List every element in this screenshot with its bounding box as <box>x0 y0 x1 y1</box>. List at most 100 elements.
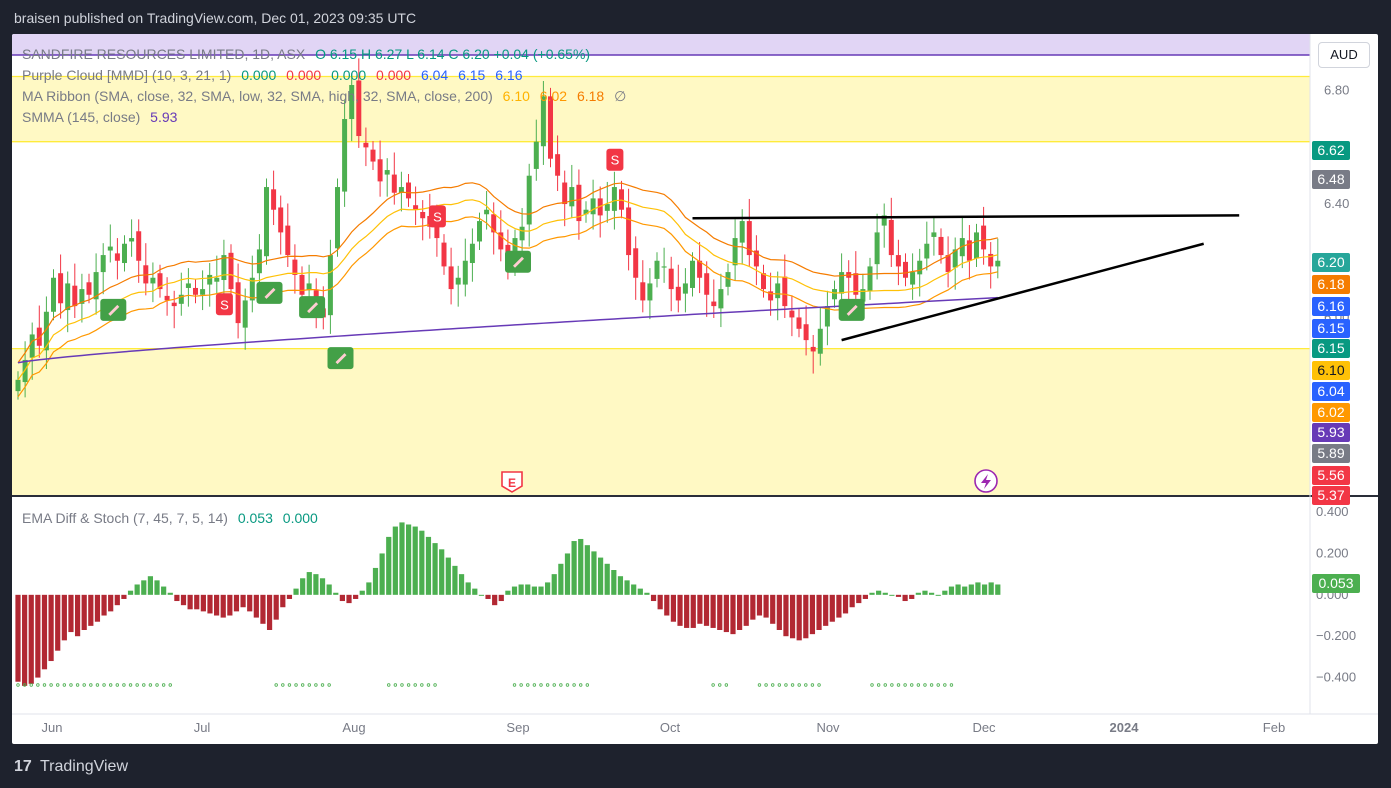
candle-body <box>285 225 291 256</box>
chart-legend: SANDFIRE RESOURCES LIMITED, 1D, ASX O 6.… <box>22 44 626 128</box>
stoch-dot <box>923 683 927 687</box>
candle-body <box>924 243 930 259</box>
stoch-dot <box>128 683 133 687</box>
stoch-dot <box>42 683 47 687</box>
candle-body <box>22 359 28 383</box>
histogram-bar <box>379 553 385 595</box>
stoch-dot <box>387 683 391 687</box>
histogram-bar <box>114 594 120 606</box>
stoch-value: 0.000 <box>282 510 318 526</box>
stoch-dot <box>274 683 278 687</box>
histogram-bar <box>882 592 888 595</box>
stoch-dot <box>943 683 947 687</box>
symbol-title[interactable]: SANDFIRE RESOURCES LIMITED, 1D, ASX <box>22 46 305 62</box>
histogram-bar <box>492 594 498 606</box>
purple-cloud-value-7: 6.16 <box>495 67 523 83</box>
histogram-bar <box>353 594 359 599</box>
histogram-bar <box>631 584 637 595</box>
stoch-dot <box>552 683 556 687</box>
stoch-dot <box>148 683 153 687</box>
stoch-dot <box>896 683 901 687</box>
histogram-bar <box>842 594 849 614</box>
histogram-bar <box>207 594 213 614</box>
histogram-bar <box>637 588 643 595</box>
stoch-dot <box>287 683 292 687</box>
histogram-bar <box>624 580 630 595</box>
candle-body <box>335 187 340 249</box>
ema-diff-label[interactable]: EMA Diff & Stoch (7, 45, 7, 5, 14) <box>22 510 228 526</box>
ma-ribbon-label[interactable]: MA Ribbon (SMA, close, 32, SMA, low, 32,… <box>22 88 493 104</box>
histogram-bar <box>796 594 802 641</box>
candle-body <box>256 249 262 274</box>
stoch-dot <box>62 683 67 687</box>
histogram-bar <box>571 541 577 595</box>
histogram-bar <box>141 580 147 595</box>
histogram-bar <box>161 586 167 595</box>
candle-body <box>65 283 71 311</box>
stoch-dot <box>400 683 404 687</box>
histogram-bar <box>472 588 478 595</box>
candle-body <box>903 261 908 278</box>
footer-brand[interactable]: 17 TradingView <box>14 758 128 776</box>
smma-label[interactable]: SMMA (145, close) <box>22 109 140 125</box>
stoch-dot <box>532 683 537 687</box>
stoch-dot <box>49 683 53 687</box>
purple-cloud-value-5: 6.04 <box>420 67 449 83</box>
histogram-bar <box>505 590 511 595</box>
candle-body <box>526 175 532 225</box>
currency-button[interactable]: AUD <box>1318 42 1370 68</box>
price-tick: 6.80 <box>1324 83 1349 98</box>
price-tag: 6.62 <box>1312 141 1350 160</box>
stoch-dot <box>910 683 914 687</box>
candle-body <box>484 209 490 215</box>
ma-ribbon-value-2: 6.02 <box>539 88 568 104</box>
histogram-bar <box>452 565 458 595</box>
histogram-bar <box>306 572 312 595</box>
time-tick: 2024 <box>1110 720 1140 735</box>
stoch-dot <box>300 683 305 687</box>
stoch-dot <box>161 683 166 687</box>
histogram-bar <box>121 594 127 599</box>
histogram-bar <box>412 526 418 595</box>
histogram-bar <box>81 594 87 630</box>
histogram-bar <box>359 590 365 595</box>
chart-frame[interactable]: S S S E 6.80 6.40 6.00 0.400 0.200 0.000 −0.200 −0.… <box>12 34 1378 744</box>
stoch-dot <box>56 683 60 687</box>
histogram-bar <box>346 594 352 604</box>
stoch-dot <box>797 683 801 687</box>
indicator-legend: EMA Diff & Stoch (7, 45, 7, 5, 14) 0.053… <box>22 510 318 526</box>
histogram-bar <box>644 592 650 595</box>
histogram-bar <box>723 594 729 633</box>
candle-body <box>72 285 78 307</box>
histogram-bar <box>154 580 160 595</box>
stoch-dot <box>122 683 126 687</box>
histogram-bar <box>366 582 372 595</box>
time-tick: Aug <box>342 720 365 735</box>
candle-body <box>910 272 916 285</box>
candle-body <box>15 379 21 392</box>
candle-body <box>271 189 277 210</box>
histogram-bar <box>928 592 935 595</box>
histogram-bar <box>15 594 21 682</box>
histogram-bar <box>240 594 246 608</box>
candle-body <box>278 207 284 233</box>
histogram-bar <box>558 563 564 595</box>
histogram-bar <box>425 536 432 595</box>
histogram-bar <box>220 594 226 618</box>
candle-body <box>718 289 724 309</box>
candle-body <box>214 277 220 282</box>
candle-body <box>590 198 596 215</box>
candle-body <box>796 317 802 329</box>
chart-canvas[interactable]: SSSE6.806.406.000.4000.2000.000−0.200−0.… <box>12 34 1378 744</box>
purple-cloud-label[interactable]: Purple Cloud [MMD] (10, 3, 21, 1) <box>22 67 231 83</box>
candle-body <box>668 268 674 290</box>
histogram-bar <box>478 594 485 596</box>
stoch-dot <box>784 683 788 687</box>
histogram-bar <box>22 594 28 686</box>
time-tick: Jun <box>42 720 63 735</box>
stoch-dot <box>89 683 93 687</box>
histogram-bar <box>756 594 763 616</box>
candle-body <box>647 283 653 301</box>
indicator-tick: 0.400 <box>1316 504 1349 519</box>
ma-ribbon-na-icon: ∅ <box>614 88 627 104</box>
